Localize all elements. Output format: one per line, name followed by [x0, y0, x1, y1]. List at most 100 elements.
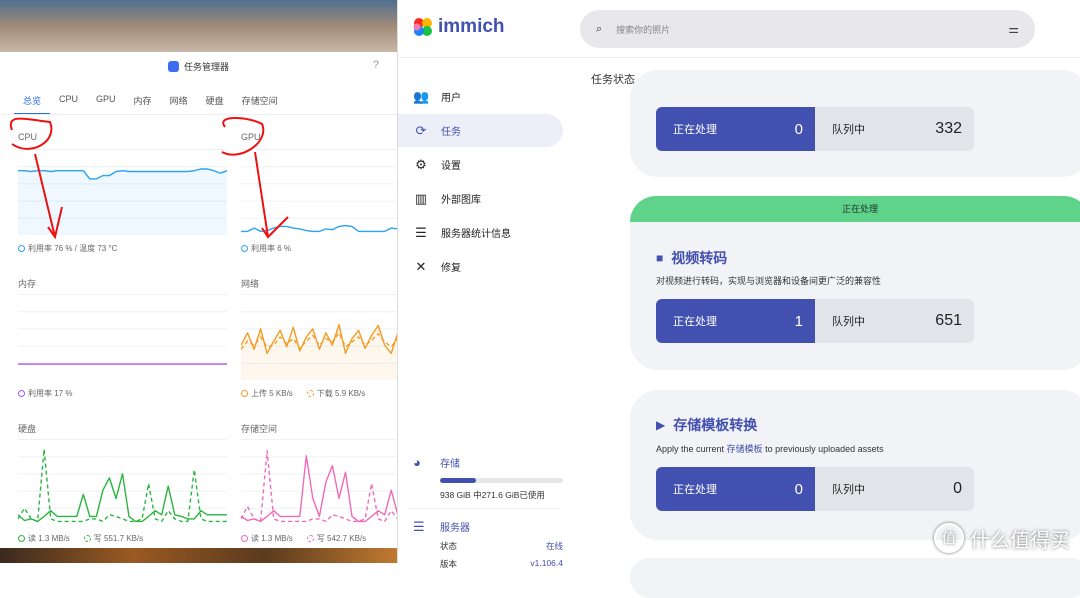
server-title: 服务器: [440, 523, 470, 534]
memory-chart-label: 内存: [18, 279, 37, 289]
legend-marker-icon: [18, 390, 25, 397]
sync-icon: ⟳: [415, 122, 427, 138]
nav-label: 任务: [441, 127, 461, 138]
storage-section: ◕ 存储 938 GiB 中271.6 GiB已使用: [411, 455, 563, 501]
job-description: Apply the current 存储模板 to previously upl…: [656, 442, 884, 455]
active-count: 0: [794, 480, 803, 498]
sidebar-item-jobs[interactable]: ⟳ 任务: [398, 114, 563, 147]
version-label: 版本: [440, 559, 458, 569]
legend-marker-icon: [306, 535, 314, 542]
sidebar-item-repair[interactable]: ✕ 修复: [411, 250, 563, 283]
server-section: ☰ 服务器 状态 在线 版本 v1.106.4: [411, 519, 563, 570]
disk-chart-label: 硬盘: [18, 424, 37, 434]
tab-cpu[interactable]: CPU: [50, 90, 87, 115]
video-camera-icon: ■: [656, 251, 664, 265]
job-controls: 正在处理 1 队列中 651: [656, 299, 974, 343]
task-manager-icon: [167, 60, 179, 72]
active-count-button[interactable]: 正在处理 0: [656, 467, 815, 511]
immich-logo[interactable]: immich: [412, 16, 505, 38]
gear-icon: ⚙: [415, 156, 427, 172]
desc-text: Apply the current: [656, 444, 727, 454]
queue-count-value: 0: [953, 480, 962, 497]
sidebar-item-settings[interactable]: ⚙ 设置: [411, 148, 563, 181]
search-input[interactable]: ⌕ 搜索你的照片 ⚌: [580, 10, 1035, 48]
job-title: ■ 视频转码: [656, 248, 727, 268]
tab-gpu[interactable]: GPU: [87, 90, 125, 115]
queue-count: 队列中 651: [815, 299, 974, 343]
legend-item: 读 1.3 MB/s: [18, 533, 70, 544]
job-card-video-transcode: 正在处理 ■ 视频转码 对视频进行转码，实现与浏览器和设备间更广泛的兼容性 正在处…: [630, 196, 1080, 370]
search-placeholder: 搜索你的照片: [616, 24, 671, 35]
desc-text: to previously uploaded assets: [762, 444, 884, 454]
queue-count-value: 651: [935, 312, 962, 329]
status-label: 状态: [440, 541, 458, 551]
nav-label: 服务器统计信息: [441, 229, 511, 240]
active-count: 1: [794, 312, 803, 330]
chart-legend: 读 1.3 MB/s 写 551.7 KB/s: [18, 533, 228, 544]
tab-overview[interactable]: 总览: [14, 90, 51, 115]
server-icon: ☰: [415, 224, 427, 240]
sidebar-item-server-stats[interactable]: ☰ 服务器统计信息: [411, 216, 563, 249]
series-line-1: [18, 448, 227, 523]
legend-item: 利用率 17 %: [18, 388, 72, 399]
legend-text: 利用率 6 %: [251, 244, 292, 253]
series-area: [18, 169, 227, 235]
divider: [2, 114, 397, 115]
legend-marker-icon: [241, 390, 248, 397]
version-value[interactable]: v1.106.4: [530, 558, 563, 570]
job-card: [630, 558, 1080, 598]
disk-chart: [18, 439, 227, 523]
legend-text: 读 1.3 MB/s: [251, 534, 293, 543]
sidebar-item-users[interactable]: 👥 用户: [411, 80, 563, 113]
disk-chart-panel[interactable]: 硬盘读 1.3 MB/s 写 551.7 KB/s: [18, 422, 228, 544]
legend-item: 写 542.7 KB/s: [306, 533, 367, 544]
help-button[interactable]: ?: [373, 59, 379, 71]
nav-label: 修复: [441, 263, 461, 274]
storage-title: 存储: [440, 459, 460, 470]
header: immich ⌕ 搜索你的照片 ⚌: [398, 0, 1080, 58]
tab-memory[interactable]: 内存: [125, 90, 161, 115]
job-description: 对视频进行转码，实现与浏览器和设备间更广泛的兼容性: [656, 276, 882, 286]
legend-marker-icon: [306, 390, 314, 397]
status-value: 在线: [545, 541, 563, 551]
legend-text: 利用率 17 %: [28, 389, 73, 398]
server-icon: ☰: [413, 519, 425, 534]
legend-marker-icon: [83, 535, 91, 542]
legend-text: 上传 5 KB/s: [251, 389, 293, 398]
queue-label: 队列中: [832, 124, 865, 136]
users-icon: 👥: [413, 88, 430, 104]
active-count-button[interactable]: 正在处理 1: [656, 299, 815, 343]
job-controls: 正在处理 0 队列中 0: [656, 467, 974, 511]
chart-legend: 利用率 17 %: [18, 388, 228, 399]
job-card: 正在处理 0 队列中 332: [630, 70, 1080, 177]
active-count: 0: [794, 120, 803, 138]
memory-chart-panel[interactable]: 内存利用率 17 %: [18, 277, 228, 399]
job-controls: 正在处理 0 队列中 332: [656, 107, 974, 151]
tab-disk[interactable]: 硬盘: [197, 90, 233, 115]
nav-label: 外部图库: [441, 195, 481, 206]
legend-item: 上传 5 KB/s: [241, 388, 293, 399]
storage-template-link[interactable]: 存储模板: [727, 444, 763, 454]
legend-text: 读 1.3 MB/s: [28, 534, 70, 543]
filter-tune-icon[interactable]: ⚌: [1008, 22, 1019, 36]
task-manager-window: 任务管理器 ? 总览 CPU GPU 内存 网络 硬盘 存储空间 CPU 利用率 …: [0, 52, 450, 548]
queue-label: 队列中: [832, 484, 865, 496]
legend-marker-icon: [18, 245, 25, 252]
chart-legend: 利用率 76 % / 温度 73 °C: [18, 243, 228, 254]
cpu-chart-panel[interactable]: CPU 利用率 76 % / 温度 73 °C: [18, 132, 228, 254]
storage-usage-text: 938 GiB 中271.6 GiB已使用: [440, 490, 545, 500]
active-label: 正在处理: [673, 124, 717, 136]
divider: [409, 508, 561, 509]
cpu-chart: [18, 149, 227, 235]
active-count-button[interactable]: 正在处理 0: [656, 107, 815, 151]
search-icon: ⌕: [596, 22, 603, 35]
page-title: 任务状态: [591, 74, 635, 86]
watermark: 值什么值得买: [934, 523, 1070, 553]
legend-item: 写 551.7 KB/s: [83, 533, 143, 544]
sidebar-item-external-library[interactable]: ▥ 外部图库: [411, 182, 563, 215]
nav-label: 设置: [441, 161, 461, 172]
legend-text: 写 542.7 KB/s: [316, 534, 367, 543]
tab-storage[interactable]: 存储空间: [233, 90, 287, 115]
tab-network[interactable]: 网络: [161, 90, 197, 115]
job-status-banner: 正在处理: [630, 196, 1080, 222]
